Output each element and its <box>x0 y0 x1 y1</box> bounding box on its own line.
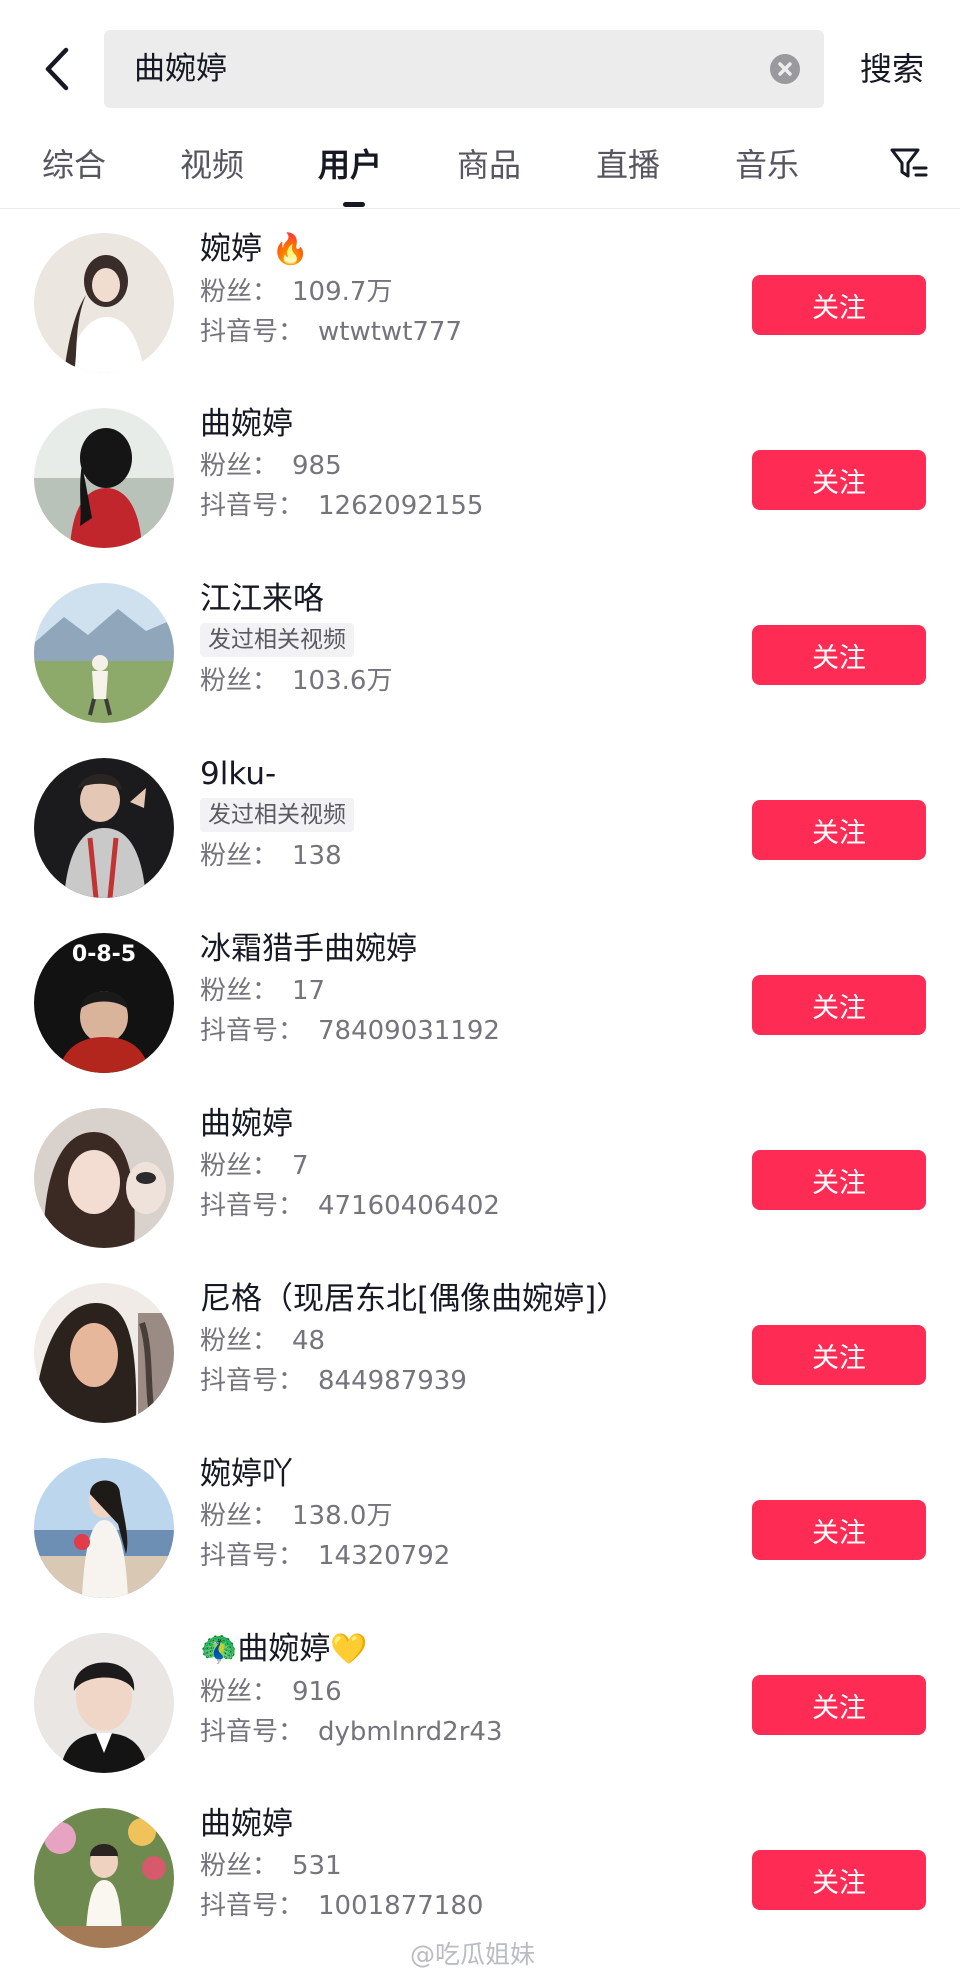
user-name: 曲婉婷 <box>200 406 293 442</box>
user-row[interactable]: 🦚曲婉婷💛 粉丝： 916 抖音号： dybmlnrd2r43 关注 <box>0 1615 960 1790</box>
user-fans: 粉丝： 17 <box>200 976 326 1006</box>
follow-button[interactable]: 关注 <box>752 975 926 1035</box>
user-info: 婉婷吖 粉丝： 138.0万 抖音号： 14320792 <box>200 1452 720 1576</box>
follow-button[interactable]: 关注 <box>752 1675 926 1735</box>
user-info: 江江来咯 发过相关视频 粉丝： 103.6万 <box>200 577 720 701</box>
avatar[interactable] <box>34 233 174 373</box>
search-header: 搜索 <box>0 0 960 130</box>
avatar[interactable]: 0-8-5 <box>34 933 174 1073</box>
user-fans: 粉丝： 916 <box>200 1677 342 1707</box>
user-row[interactable]: 曲婉婷 粉丝： 985 抖音号： 1262092155 关注 <box>0 390 960 565</box>
user-row[interactable]: 婉婷 🔥 粉丝： 109.7万 抖音号： wtwtwt777 关注 <box>0 215 960 390</box>
user-info: 尼格（现居东北[偶像曲婉婷]） 粉丝： 48 抖音号： 844987939 <box>200 1277 720 1401</box>
avatar-overlay-text: 0-8-5 <box>72 942 136 967</box>
user-row[interactable]: 尼格（现居东北[偶像曲婉婷]） 粉丝： 48 抖音号： 844987939 关注 <box>0 1265 960 1440</box>
avatar[interactable] <box>34 583 174 723</box>
user-info: 🦚曲婉婷💛 粉丝： 916 抖音号： dybmlnrd2r43 <box>200 1627 720 1752</box>
user-row[interactable]: 曲婉婷 粉丝： 7 抖音号： 47160406402 关注 <box>0 1090 960 1265</box>
clear-search-button[interactable] <box>770 54 800 84</box>
avatar[interactable] <box>34 1808 174 1948</box>
avatar[interactable] <box>34 1108 174 1248</box>
user-row[interactable]: 江江来咯 发过相关视频 粉丝： 103.6万 关注 <box>0 565 960 740</box>
user-douyin-id: 抖音号： dybmlnrd2r43 <box>200 1717 503 1747</box>
user-fans: 粉丝： 103.6万 <box>200 666 393 696</box>
user-douyin-id: 抖音号： 78409031192 <box>200 1016 500 1046</box>
avatar[interactable] <box>34 1633 174 1773</box>
user-fans: 粉丝： 985 <box>200 451 342 481</box>
avatar[interactable] <box>34 758 174 898</box>
related-video-badge: 发过相关视频 <box>200 623 354 657</box>
user-douyin-id: 抖音号： wtwtwt777 <box>200 317 463 347</box>
user-name: 江江来咯 <box>200 581 324 617</box>
user-info: 曲婉婷 粉丝： 531 抖音号： 1001877180 <box>200 1802 720 1926</box>
tab-products[interactable]: 商品 <box>457 140 521 190</box>
tab-videos[interactable]: 视频 <box>180 140 244 190</box>
avatar[interactable] <box>34 408 174 548</box>
follow-button[interactable]: 关注 <box>752 1150 926 1210</box>
result-tabs: 综合 视频 用户 商品 直播 音乐 <box>0 130 960 209</box>
user-name: 冰霜猎手曲婉婷 <box>200 931 417 967</box>
follow-button[interactable]: 关注 <box>752 800 926 860</box>
search-submit-button[interactable]: 搜索 <box>860 42 924 96</box>
user-name: 婉婷吖 <box>200 1456 293 1492</box>
fire-icon: 🔥 <box>271 232 310 267</box>
user-row[interactable]: 0-8-5 冰霜猎手曲婉婷 粉丝： 17 抖音号： 78409031192 关注 <box>0 915 960 1090</box>
user-fans: 粉丝： 109.7万 <box>200 277 393 307</box>
tab-users[interactable]: 用户 <box>318 140 382 190</box>
filter-icon <box>890 148 928 178</box>
follow-button[interactable]: 关注 <box>752 1500 926 1560</box>
user-fans: 粉丝： 138 <box>200 841 342 871</box>
user-name: 🦚曲婉婷💛 <box>200 1631 368 1667</box>
user-name: 尼格（现居东北[偶像曲婉婷]） <box>200 1281 628 1317</box>
tab-music[interactable]: 音乐 <box>735 140 799 190</box>
peacock-icon: 🦚 <box>200 1632 238 1667</box>
user-douyin-id: 抖音号： 844987939 <box>200 1366 467 1396</box>
user-fans: 粉丝： 7 <box>200 1151 309 1181</box>
user-douyin-id: 抖音号： 1262092155 <box>200 491 484 521</box>
follow-button[interactable]: 关注 <box>752 1850 926 1910</box>
user-douyin-id: 抖音号： 47160406402 <box>200 1191 500 1221</box>
follow-button[interactable]: 关注 <box>752 275 926 335</box>
avatar[interactable] <box>34 1283 174 1423</box>
user-name: 曲婉婷 <box>200 1106 293 1142</box>
yellow-heart-icon: 💛 <box>330 1632 368 1667</box>
clear-circle-icon <box>778 62 792 76</box>
user-row[interactable]: 婉婷吖 粉丝： 138.0万 抖音号： 14320792 关注 <box>0 1440 960 1615</box>
user-name: 曲婉婷 <box>200 1806 293 1842</box>
tab-comprehensive[interactable]: 综合 <box>42 140 106 190</box>
user-douyin-id: 抖音号： 14320792 <box>200 1541 451 1571</box>
tab-live[interactable]: 直播 <box>596 140 660 190</box>
active-tab-indicator <box>343 202 365 207</box>
user-fans: 粉丝： 48 <box>200 1326 326 1356</box>
user-fans: 粉丝： 138.0万 <box>200 1501 393 1531</box>
search-box[interactable] <box>104 30 824 108</box>
user-name: 9lku- <box>200 756 277 792</box>
chevron-left-icon <box>45 47 69 91</box>
user-row[interactable]: 9lku- 发过相关视频 粉丝： 138 关注 <box>0 740 960 915</box>
follow-button[interactable]: 关注 <box>752 450 926 510</box>
watermark: @吃瓜姐妹 <box>410 1940 536 1969</box>
user-name: 婉婷 🔥 <box>200 231 310 267</box>
user-info: 曲婉婷 粉丝： 985 抖音号： 1262092155 <box>200 402 720 526</box>
back-button[interactable] <box>38 42 78 96</box>
search-input[interactable] <box>134 30 734 108</box>
user-fans: 粉丝： 531 <box>200 1851 342 1881</box>
user-info: 曲婉婷 粉丝： 7 抖音号： 47160406402 <box>200 1102 720 1226</box>
avatar[interactable] <box>34 1458 174 1598</box>
user-info: 婉婷 🔥 粉丝： 109.7万 抖音号： wtwtwt777 <box>200 227 720 352</box>
follow-button[interactable]: 关注 <box>752 1325 926 1385</box>
filter-button[interactable] <box>888 144 930 184</box>
user-info: 9lku- 发过相关视频 粉丝： 138 <box>200 752 720 876</box>
follow-button[interactable]: 关注 <box>752 625 926 685</box>
user-douyin-id: 抖音号： 1001877180 <box>200 1891 484 1921</box>
related-video-badge: 发过相关视频 <box>200 798 354 832</box>
user-info: 冰霜猎手曲婉婷 粉丝： 17 抖音号： 78409031192 <box>200 927 720 1051</box>
